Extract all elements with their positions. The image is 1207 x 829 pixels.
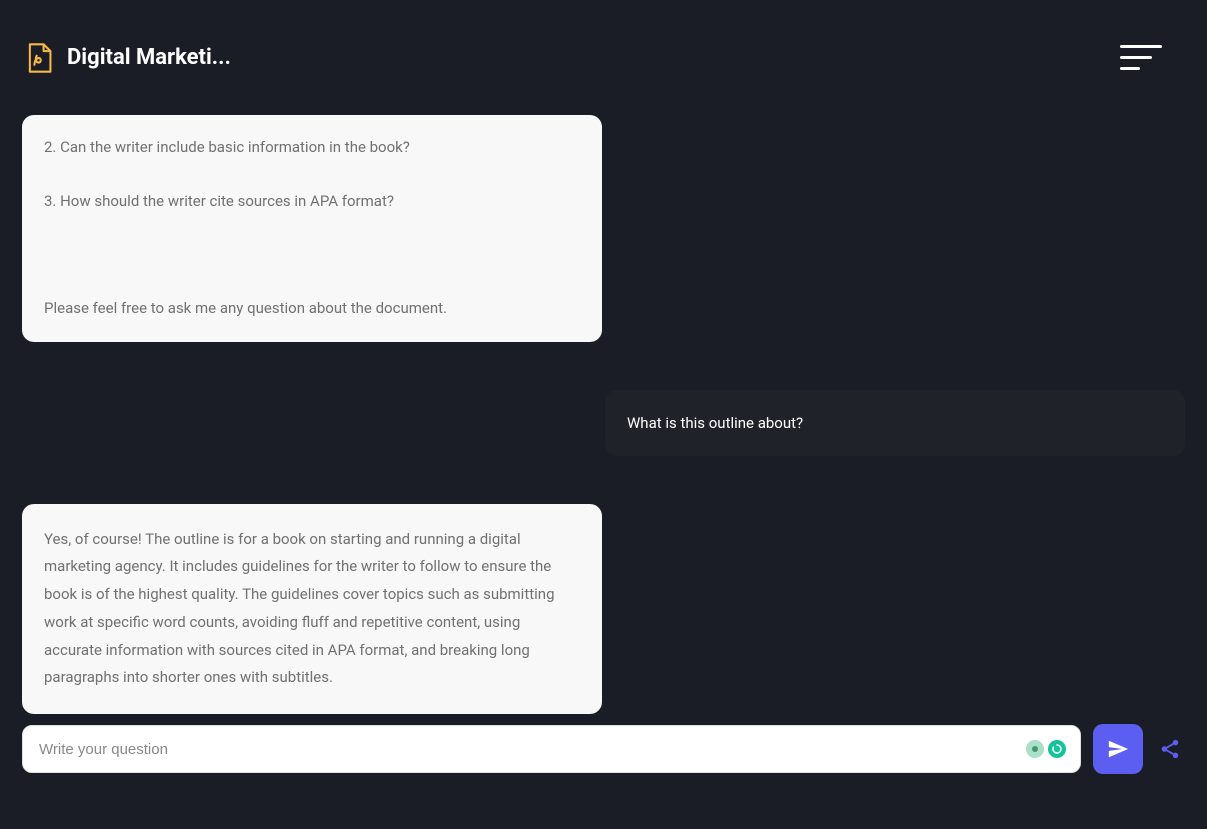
user-message-text: What is this outline about?	[627, 414, 803, 432]
assistant-message: 2. Can the writer include basic informat…	[22, 115, 602, 342]
grammarly-icon[interactable]	[1048, 740, 1066, 758]
header: Digital Marketi...	[0, 0, 1207, 115]
chat-container: 2. Can the writer include basic informat…	[0, 115, 1207, 725]
menu-icon[interactable]	[1120, 43, 1162, 73]
document-title: Digital Marketi...	[67, 45, 231, 70]
input-field-wrapper	[22, 725, 1081, 773]
send-button[interactable]	[1093, 724, 1143, 774]
input-bar	[22, 724, 1185, 774]
assistant-message: Yes, of course! The outline is for a boo…	[22, 504, 602, 715]
question-text: 3. How should the writer cite sources in…	[44, 189, 580, 215]
pdf-icon	[25, 42, 53, 74]
question-input[interactable]	[39, 741, 1064, 758]
assistant-message-text: Yes, of course! The outline is for a boo…	[44, 530, 555, 687]
question-text: 2. Can the writer include basic informat…	[44, 135, 580, 161]
prompt-text: Please feel free to ask me any question …	[44, 296, 580, 322]
input-icons	[1026, 740, 1066, 758]
grammarly-icon[interactable]	[1026, 740, 1044, 758]
user-message: What is this outline about?	[605, 390, 1185, 456]
header-left: Digital Marketi...	[25, 42, 231, 74]
share-button[interactable]	[1155, 734, 1185, 764]
